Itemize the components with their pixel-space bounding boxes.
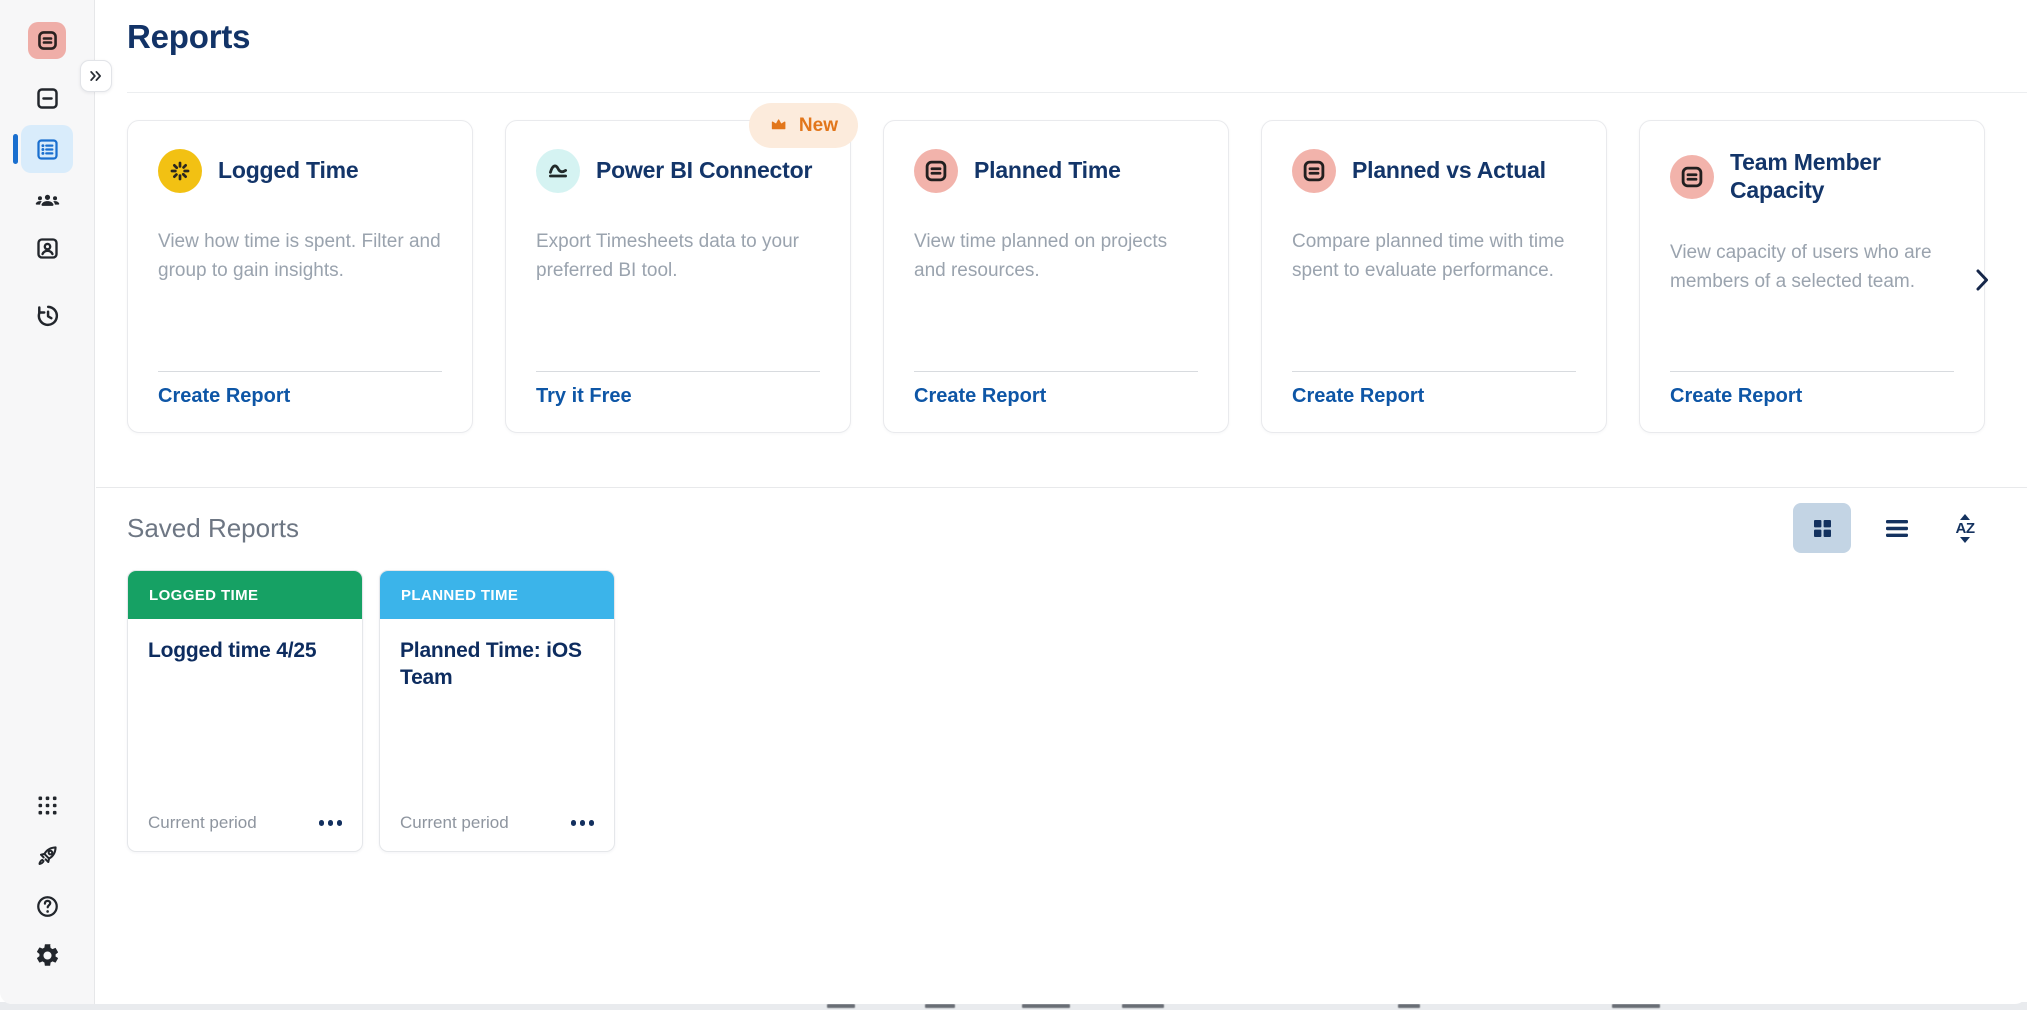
report-template-carousel: Logged Time View how time is spent. Filt… — [127, 120, 1985, 433]
template-card-title: Logged Time — [218, 157, 359, 185]
template-card-title: Planned vs Actual — [1352, 157, 1546, 185]
list-view-icon — [1885, 519, 1909, 538]
reports-icon — [34, 136, 61, 163]
report-period: Current period — [400, 813, 509, 833]
card-divider — [914, 371, 1198, 372]
template-card-title: Planned Time — [974, 157, 1121, 185]
document-glyph-icon — [36, 29, 59, 52]
template-card-team-member-capacity: Team Member Capacity View capacity of us… — [1639, 120, 1985, 433]
create-report-link[interactable]: Create Report — [1670, 385, 1802, 408]
timesheet-icon — [34, 85, 61, 112]
active-item-indicator — [13, 134, 18, 164]
create-report-link[interactable]: Create Report — [1292, 385, 1424, 408]
taskbar-text-fragment — [1022, 1004, 1070, 1008]
report-type-band: LOGGED TIME — [128, 571, 362, 619]
section-divider — [96, 487, 2027, 488]
rocket-icon — [34, 842, 61, 869]
report-period: Current period — [148, 813, 257, 833]
template-card-description: View how time is spent. Filter and group… — [158, 227, 442, 285]
sidebar-item-history[interactable] — [29, 297, 65, 333]
grid-view-button[interactable] — [1793, 503, 1851, 553]
sort-asc-caret-icon — [1960, 514, 1970, 520]
sidebar-item-reports[interactable] — [21, 125, 73, 173]
template-card-title: Power BI Connector — [596, 157, 812, 185]
kebab-menu-icon[interactable] — [319, 816, 343, 830]
team-capacity-icon — [1670, 155, 1714, 199]
card-divider — [1292, 371, 1576, 372]
crown-icon — [769, 115, 790, 136]
sidebar — [0, 0, 95, 1004]
planned-vs-actual-icon — [1292, 149, 1336, 193]
sort-desc-caret-icon — [1960, 537, 1970, 543]
template-card-description: View capacity of users who are members o… — [1670, 238, 1954, 296]
main-content: Reports Logged Time View how time is spe… — [96, 0, 2027, 1004]
view-controls: AZ — [1793, 503, 1987, 553]
saved-report-title: Planned Time: iOS Team — [380, 619, 614, 692]
taskbar-text-fragment — [1612, 1004, 1660, 1008]
page-title: Reports — [127, 18, 250, 56]
planned-time-icon — [914, 149, 958, 193]
kebab-menu-icon[interactable] — [571, 816, 595, 830]
apps-grid-icon — [34, 792, 61, 819]
new-badge: New — [749, 103, 858, 148]
template-card-description: Export Timesheets data to your preferred… — [536, 227, 820, 285]
taskbar-text-fragment — [1398, 1004, 1420, 1008]
try-it-free-link[interactable]: Try it Free — [536, 385, 632, 408]
sidebar-item-timesheets[interactable] — [29, 80, 65, 116]
logged-time-icon — [158, 149, 202, 193]
sidebar-item-apps[interactable] — [29, 787, 65, 823]
sort-az-icon: AZ — [1956, 521, 1975, 536]
power-bi-icon — [536, 149, 580, 193]
taskbar-text-fragment — [827, 1004, 855, 1008]
template-card-power-bi: New Power BI Connector Export Timesheets… — [505, 120, 851, 433]
help-icon — [34, 893, 61, 920]
sidebar-item-settings[interactable] — [29, 937, 65, 973]
grid-view-icon — [1812, 518, 1833, 539]
sidebar-item-accounts[interactable] — [29, 230, 65, 266]
chevron-right-icon — [1970, 265, 1994, 295]
template-card-planned-time: Planned Time View time planned on projec… — [883, 120, 1229, 433]
double-chevron-right-icon — [87, 67, 105, 85]
report-type-label: LOGGED TIME — [149, 587, 258, 604]
taskbar-text-fragment — [925, 1004, 955, 1008]
card-divider — [1670, 371, 1954, 372]
create-report-link[interactable]: Create Report — [158, 385, 290, 408]
sort-az-button[interactable]: AZ — [1943, 503, 1987, 553]
header-divider — [127, 92, 2027, 93]
report-type-band: PLANNED TIME — [380, 571, 614, 619]
history-icon — [34, 302, 61, 329]
template-card-logged-time: Logged Time View how time is spent. Filt… — [127, 120, 473, 433]
sidebar-item-whats-new[interactable] — [29, 837, 65, 873]
template-card-planned-vs-actual: Planned vs Actual Compare planned time w… — [1261, 120, 1607, 433]
sidebar-expand-button[interactable] — [80, 60, 112, 92]
card-divider — [158, 371, 442, 372]
saved-reports-title: Saved Reports — [127, 513, 299, 544]
sidebar-item-help[interactable] — [29, 888, 65, 924]
settings-gear-icon — [34, 942, 61, 969]
template-card-description: Compare planned time with time spent to … — [1292, 227, 1576, 285]
taskbar-text-fragment — [1122, 1004, 1164, 1008]
template-card-description: View time planned on projects and resour… — [914, 227, 1198, 285]
new-badge-label: New — [799, 115, 838, 137]
saved-report-title: Logged time 4/25 — [128, 619, 362, 664]
carousel-next-button[interactable] — [1968, 263, 1996, 297]
contact-card-icon — [34, 235, 61, 262]
report-type-label: PLANNED TIME — [401, 587, 518, 604]
list-view-button[interactable] — [1877, 503, 1917, 553]
saved-report-card-planned-time[interactable]: PLANNED TIME Planned Time: iOS Team Curr… — [379, 570, 615, 852]
sidebar-item-teams[interactable] — [29, 182, 65, 218]
template-card-title: Team Member Capacity — [1730, 149, 1881, 204]
teams-icon — [34, 187, 61, 214]
card-divider — [536, 371, 820, 372]
saved-reports-header: Saved Reports AZ — [127, 502, 1987, 554]
saved-reports-grid: LOGGED TIME Logged time 4/25 Current per… — [127, 570, 615, 852]
tempo-logo[interactable] — [28, 22, 66, 59]
saved-report-card-logged-time[interactable]: LOGGED TIME Logged time 4/25 Current per… — [127, 570, 363, 852]
app-window: Reports Logged Time View how time is spe… — [0, 0, 2027, 1004]
create-report-link[interactable]: Create Report — [914, 385, 1046, 408]
